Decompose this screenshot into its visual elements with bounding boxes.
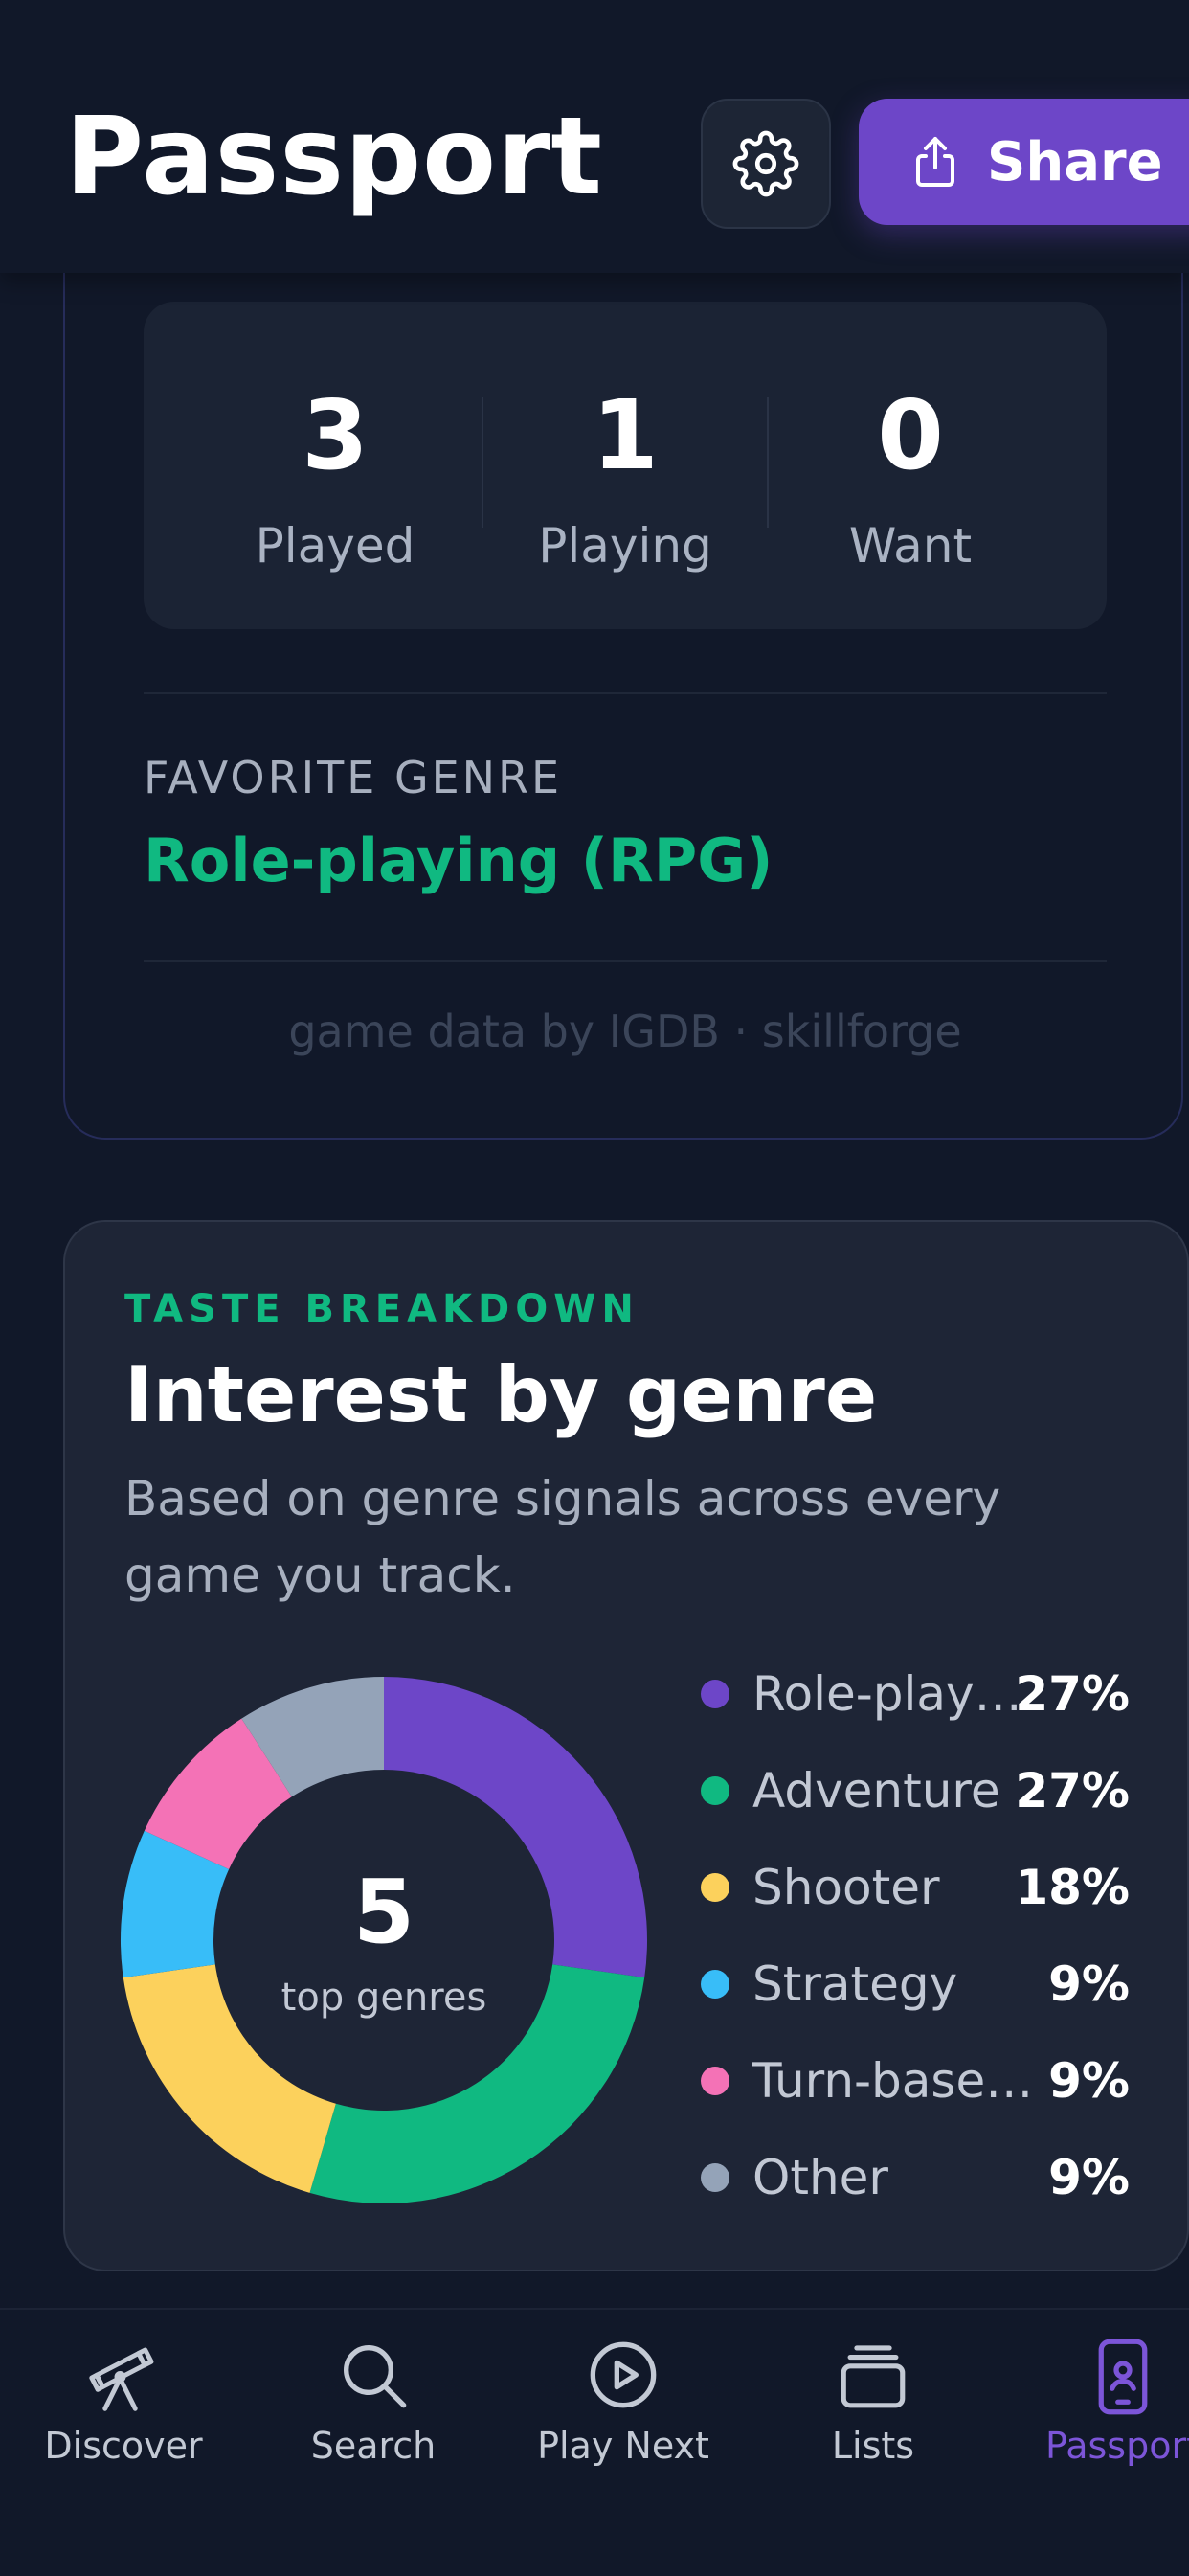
legend-dot — [701, 1680, 729, 1708]
tab-label: Discover — [44, 2425, 203, 2467]
search-icon — [344, 2345, 407, 2408]
favorite-genre-value: Role-playing (RPG) — [144, 825, 774, 895]
section-title: Interest by genre — [124, 1350, 878, 1439]
header-bar: Passport Share — [0, 0, 1189, 273]
legend-dot — [701, 2163, 729, 2192]
stat-label: Want — [848, 518, 973, 574]
stat-value: 0 — [877, 379, 944, 491]
phone-badge-icon — [1098, 2339, 1148, 2415]
divider — [144, 960, 1107, 962]
gear-icon — [732, 130, 799, 197]
legend-label: Other — [752, 2150, 888, 2205]
legend-item: Turn-base… 9% — [699, 2034, 1130, 2131]
favorite-genre-label: FAVORITE GENRE — [144, 752, 563, 803]
legend-percent: 18% — [1015, 1860, 1130, 1915]
legend-label: Strategy — [752, 1956, 958, 2012]
legend-item: Adventure 27% — [699, 1744, 1130, 1841]
stat-value: 1 — [592, 379, 659, 491]
share-button[interactable]: Share — [859, 99, 1189, 225]
stat-played[interactable]: 3 Played — [191, 379, 479, 575]
legend-percent: 27% — [1015, 1666, 1130, 1722]
telescope-icon — [89, 2347, 154, 2411]
legend-item: Shooter 18% — [699, 1841, 1130, 1937]
legend-percent: 9% — [1048, 1956, 1130, 2012]
legend-dot — [701, 1970, 729, 1999]
legend-dot — [701, 1776, 729, 1805]
legend-percent: 9% — [1048, 2053, 1130, 2109]
stat-playing[interactable]: 1 Playing — [482, 379, 769, 575]
page-title: Passport — [65, 95, 603, 219]
tab-label: Lists — [831, 2425, 915, 2467]
legend-dot — [701, 2067, 729, 2095]
donut-center-value: 5 — [353, 1861, 415, 1963]
tab-label: Search — [310, 2425, 437, 2467]
bottom-tab-bar: Discover Search Play Next Lists Passport — [0, 2308, 1189, 2576]
stat-label: Played — [255, 518, 415, 574]
stat-label: Playing — [538, 518, 712, 574]
genre-legend: Role-play… 27% Adventure 27% Shooter 18% Strat… — [699, 1647, 1130, 2227]
section-eyebrow: TASTE BREAKDOWN — [124, 1287, 639, 1331]
legend-item: Other 9% — [699, 2131, 1130, 2227]
legend-label: Adventure — [752, 1763, 1000, 1819]
stats-panel: 3 Played 1 Playing 0 Want — [144, 302, 1107, 629]
donut-center-label: top genres — [281, 1976, 487, 2020]
donut-slice — [384, 1677, 647, 1978]
legend-percent: 27% — [1015, 1763, 1130, 1819]
legend-label: Role-play… — [752, 1666, 1022, 1722]
legend-dot — [701, 1873, 729, 1902]
stack-icon — [841, 2345, 906, 2408]
legend-label: Turn-base… — [752, 2053, 1034, 2109]
stat-value: 3 — [302, 379, 369, 491]
legend-item: Strategy 9% — [699, 1937, 1130, 2034]
play-circle-icon — [590, 2341, 657, 2408]
legend-label: Shooter — [752, 1860, 940, 1915]
data-credit: game data by IGDB · skillforge — [288, 1006, 962, 1057]
stat-want[interactable]: 0 Want — [767, 379, 1054, 575]
settings-button[interactable] — [701, 99, 831, 229]
share-button-label: Share — [987, 130, 1163, 193]
divider — [144, 692, 1107, 694]
legend-percent: 9% — [1048, 2150, 1130, 2205]
tab-label: Play Next — [537, 2425, 709, 2467]
legend-item: Role-play… 27% — [699, 1647, 1130, 1744]
tab-label: Passport — [1045, 2425, 1189, 2467]
section-description: Based on genre signals across every game… — [124, 1471, 1001, 1603]
share-icon — [916, 137, 954, 187]
genre-donut-chart: 5 top genres — [120, 1677, 647, 2204]
